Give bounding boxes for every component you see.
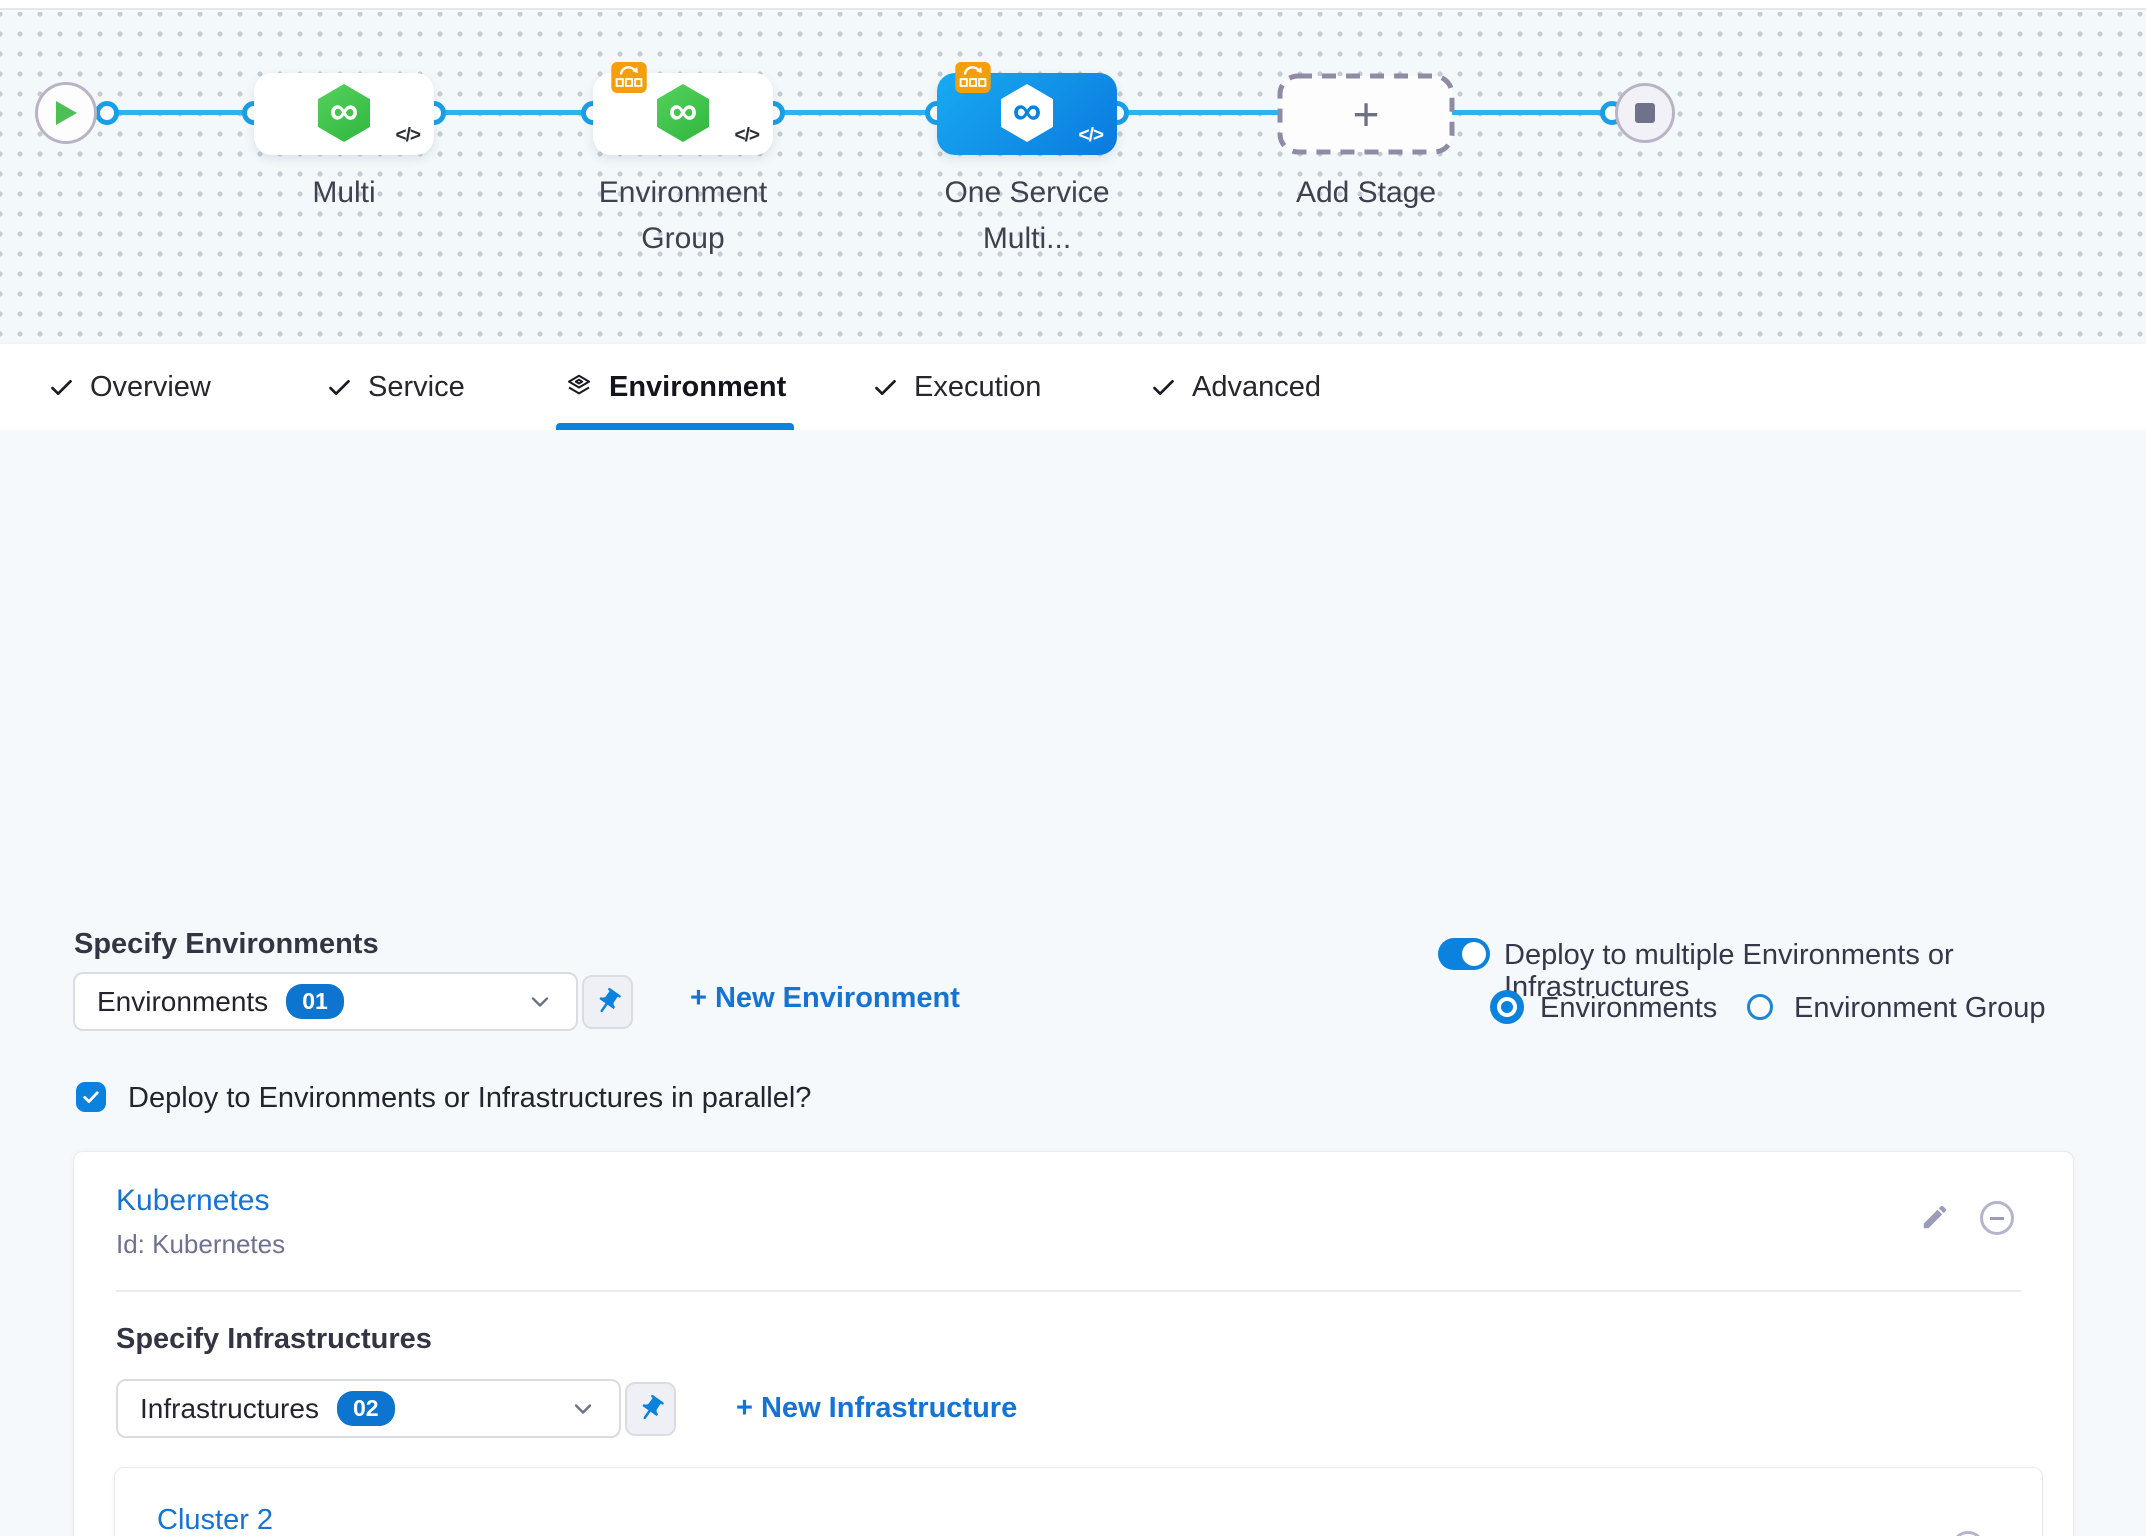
harness-stage-icon: ∞ [318,84,370,142]
code-icon[interactable]: </> [1079,125,1103,147]
environments-count-badge: 01 [286,984,344,1019]
pin-environments-button[interactable] [582,975,633,1029]
tab-execution-label: Execution [914,371,1041,404]
environment-name-link[interactable]: Kubernetes [116,1184,269,1218]
check-icon [81,1087,101,1107]
check-icon [872,374,899,401]
new-environment-link[interactable]: + New Environment [690,982,960,1015]
tab-execution[interactable]: Execution [864,344,1049,430]
minus-circle-icon [1951,1531,1985,1536]
play-icon [53,99,79,127]
tab-advanced[interactable]: Advanced [1142,344,1329,430]
check-icon [1150,374,1177,401]
stage-environment-screen: ∞ </> Multi ∞ </> Environment Group [0,0,2146,1536]
toggle-knob [1462,942,1486,966]
tab-environment[interactable]: Environment [556,344,794,430]
code-icon[interactable]: </> [396,125,420,147]
tab-advanced-label: Advanced [1192,371,1321,404]
stage-node-multi[interactable]: ∞ </> [254,73,434,155]
environments-dropdown: Environments 01 [73,972,633,1031]
radio-environments[interactable] [1490,990,1524,1024]
environment-id: Id: Kubernetes [116,1229,285,1260]
infrastructures-select[interactable]: Infrastructures 02 [116,1379,621,1438]
card-divider [116,1290,2021,1292]
stage-node-environment-group[interactable]: ∞ </> [593,73,773,155]
pencil-icon [1920,1202,1950,1232]
environments-select-value: Environments [97,986,268,1018]
code-icon[interactable]: </> [735,125,759,147]
chevron-down-icon [569,1395,597,1423]
looping-strategy-icon [611,62,647,93]
new-infrastructure-link[interactable]: + New Infrastructure [736,1392,1017,1425]
infrastructures-select-value: Infrastructures [140,1393,319,1425]
pipeline-start-node [35,82,97,144]
radio-environment-group[interactable] [1747,994,1773,1020]
infrastructure-name-link[interactable]: Cluster 2 [157,1504,273,1536]
pin-icon [636,1394,666,1424]
stage-label-add-stage: Add Stage [1236,170,1496,216]
minus-circle-icon [1980,1201,2014,1235]
tab-service-label: Service [368,371,465,404]
stage-node-one-service-multi[interactable]: ∞ </> [937,73,1117,155]
environment-card: Kubernetes Id: Kubernetes Specify Infras… [73,1151,2074,1536]
top-divider [0,0,2146,10]
environment-layers-icon [564,372,594,402]
stage-tabbar: Overview Service Environment Execution A… [0,344,2146,430]
stage-label-environment-group: Environment Group [553,170,813,262]
plus-icon: + [1277,73,1455,155]
connector-port [95,101,119,125]
specify-environments-heading: Specify Environments [74,928,379,961]
chevron-down-icon [526,988,554,1016]
deploy-parallel-checkbox-label[interactable]: Deploy to Environments or Infrastructure… [128,1083,811,1113]
infrastructures-count-badge: 02 [337,1391,395,1426]
specify-infrastructures-heading: Specify Infrastructures [116,1323,432,1356]
pin-infrastructures-button[interactable] [625,1382,676,1436]
tab-service[interactable]: Service [318,344,473,430]
deploy-multiple-toggle[interactable] [1438,938,1490,970]
pipeline-canvas[interactable]: ∞ </> Multi ∞ </> Environment Group [0,12,2146,344]
check-icon [48,374,75,401]
radio-environments-label[interactable]: Environments [1540,993,1717,1023]
edit-environment-button[interactable] [1920,1202,1950,1235]
tab-environment-label: Environment [609,371,786,404]
harness-stage-icon: ∞ [657,84,709,142]
stage-label-one-service-multi: One Service Multi... [897,170,1157,262]
environment-tab-content: Specify Environments Environments 01 + N… [0,430,2146,1536]
looping-strategy-icon [955,62,991,93]
remove-environment-button[interactable] [1980,1201,2014,1235]
deploy-parallel-checkbox[interactable] [76,1082,106,1112]
stop-icon [1635,103,1655,123]
check-icon [326,374,353,401]
add-stage-button[interactable]: + [1277,73,1455,155]
pipeline-end-node [1615,83,1675,143]
tab-overview-label: Overview [90,371,211,404]
tab-overview[interactable]: Overview [40,344,219,430]
infrastructures-dropdown: Infrastructures 02 [116,1379,676,1438]
stage-label-multi: Multi [214,170,474,216]
pin-icon [593,987,623,1017]
infrastructure-card-cluster-2: Cluster 2 Id: Cluster_2 [114,1467,2043,1536]
environments-select[interactable]: Environments 01 [73,972,578,1031]
remove-infrastructure-button[interactable] [1951,1531,1985,1536]
radio-environment-group-label[interactable]: Environment Group [1794,993,2045,1023]
harness-stage-icon: ∞ [1001,84,1053,142]
